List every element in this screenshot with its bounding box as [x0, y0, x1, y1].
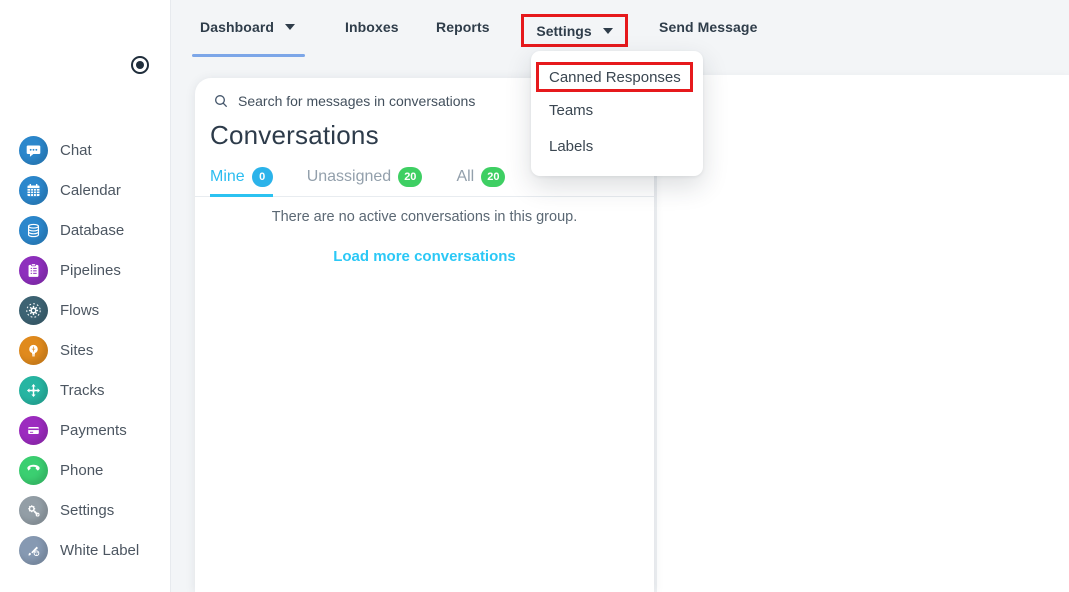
tracks-icon — [19, 375, 48, 405]
sidebar-item-payments[interactable]: Payments — [0, 410, 170, 450]
payments-icon — [19, 415, 48, 445]
search-placeholder: Search for messages in conversations — [238, 93, 476, 109]
menu-item-teams[interactable]: Teams — [531, 92, 703, 128]
count-badge: 20 — [481, 167, 506, 187]
nav-item-dashboard[interactable]: Dashboard — [200, 0, 296, 53]
sidebar-item-calendar[interactable]: Calendar — [0, 170, 170, 210]
sidebar-item-label: Tracks — [60, 381, 105, 399]
sidebar-item-label: Flows — [60, 301, 100, 319]
chevron-down-icon — [285, 23, 296, 30]
sidebar: Chat Calendar Database Pipelines Flows S… — [0, 0, 171, 592]
count-badge: 20 — [398, 167, 423, 187]
sidebar-collapse-toggle[interactable] — [131, 56, 149, 74]
nav-item-reports[interactable]: Reports — [436, 0, 490, 53]
nav-item-label: Send Message — [659, 18, 758, 35]
database-icon — [19, 215, 48, 245]
sidebar-menu: Chat Calendar Database Pipelines Flows S… — [0, 130, 170, 570]
sidebar-item-database[interactable]: Database — [0, 210, 170, 250]
pipelines-icon — [19, 255, 48, 285]
sidebar-item-label: Calendar — [60, 181, 121, 199]
sidebar-item-label: Phone — [60, 461, 104, 479]
phone-icon — [19, 455, 48, 485]
annotation-box-settings: Settings — [521, 14, 628, 47]
sites-icon — [19, 335, 48, 365]
active-nav-underline — [192, 54, 305, 57]
annotation-box-canned-responses: Canned Responses — [536, 62, 693, 92]
empty-state-message: There are no active conversations in thi… — [271, 209, 578, 225]
sidebar-item-settings[interactable]: Settings — [0, 490, 170, 530]
sidebar-item-pipelines[interactable]: Pipelines — [0, 250, 170, 290]
nav-item-label: Settings — [536, 22, 592, 39]
sidebar-item-label: Pipelines — [60, 261, 121, 279]
tab-label: Mine — [210, 168, 245, 185]
load-more-conversations-link[interactable]: Load more conversations — [195, 248, 654, 265]
nav-item-label: Dashboard — [200, 18, 275, 35]
tab-mine[interactable]: Mine 0 — [210, 167, 273, 197]
settings-icon — [19, 495, 48, 525]
nav-item-inboxes[interactable]: Inboxes — [345, 0, 399, 53]
nav-item-send-message[interactable]: Send Message — [659, 0, 757, 53]
nav-item-label: Inboxes — [345, 18, 399, 35]
sidebar-item-sites[interactable]: Sites — [0, 330, 170, 370]
count-badge: 0 — [251, 167, 273, 187]
sidebar-item-white-label[interactable]: White Label — [0, 530, 170, 570]
sidebar-item-label: Database — [60, 221, 125, 239]
nav-item-settings[interactable]: Settings — [536, 22, 613, 39]
chat-icon — [19, 135, 48, 165]
sidebar-item-label: Settings — [60, 501, 115, 519]
flows-icon — [19, 295, 48, 325]
tab-label: Unassigned — [306, 168, 392, 185]
sidebar-item-label: Payments — [60, 421, 127, 439]
calendar-icon — [19, 175, 48, 205]
chevron-down-icon — [602, 27, 613, 34]
sidebar-item-phone[interactable]: Phone — [0, 450, 170, 490]
tab-all[interactable]: All 20 — [456, 167, 506, 197]
nav-item-label: Reports — [436, 18, 490, 35]
sidebar-item-flows[interactable]: Flows — [0, 290, 170, 330]
sidebar-item-label: Chat — [60, 141, 92, 159]
white-label-icon — [19, 535, 48, 565]
settings-dropdown-menu: Canned Responses Teams Labels — [531, 51, 703, 176]
search-icon — [215, 95, 228, 108]
sidebar-item-chat[interactable]: Chat — [0, 130, 170, 170]
menu-item-labels[interactable]: Labels — [531, 128, 703, 164]
conversation-detail-panel — [657, 75, 1069, 592]
tab-label: All — [456, 168, 475, 185]
sidebar-item-tracks[interactable]: Tracks — [0, 370, 170, 410]
radio-dot-icon — [136, 61, 144, 69]
tab-unassigned[interactable]: Unassigned 20 — [307, 167, 423, 197]
sidebar-item-label: White Label — [60, 541, 140, 559]
sidebar-item-label: Sites — [60, 341, 94, 359]
menu-item-canned-responses[interactable]: Canned Responses — [549, 69, 681, 86]
